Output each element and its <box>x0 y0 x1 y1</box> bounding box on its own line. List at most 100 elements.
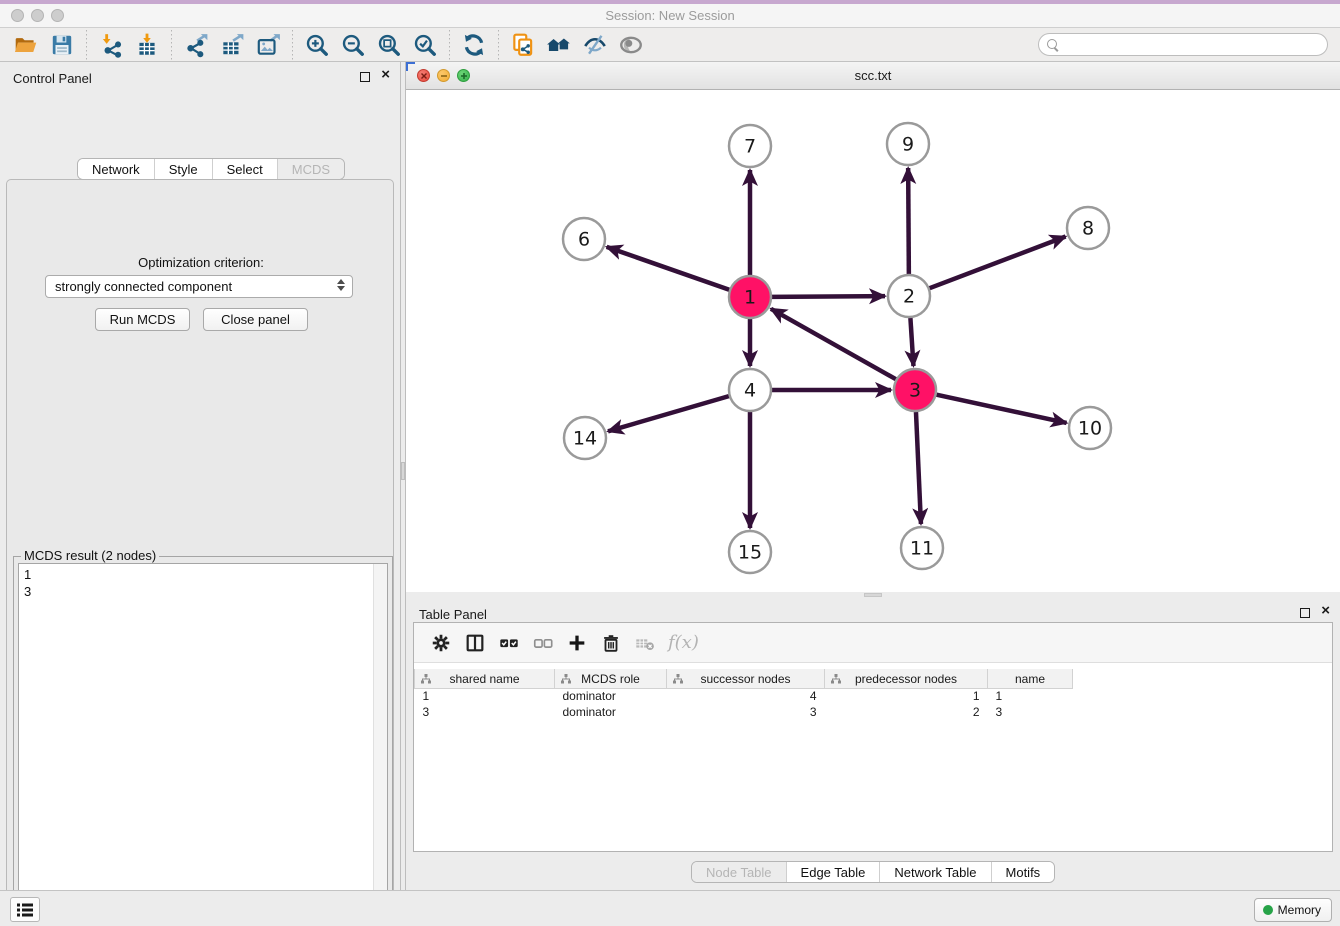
graph-edge-3-1[interactable] <box>771 309 896 379</box>
function-builder-button-disabled: f(x) <box>668 632 699 653</box>
graph-edge-1-2[interactable] <box>772 296 885 297</box>
cell[interactable]: 3 <box>667 704 825 720</box>
mcds-result-group: MCDS result (2 nodes) 1 3 <box>13 556 393 926</box>
memory-button[interactable]: Memory <box>1254 898 1332 922</box>
task-history-button[interactable] <box>10 897 40 922</box>
clone-network-button[interactable] <box>505 30 541 60</box>
table-row[interactable]: 3 dominator 3 2 3 <box>415 704 1073 720</box>
hide-graphics-button[interactable] <box>577 30 613 60</box>
network-close-icon[interactable] <box>417 69 430 82</box>
plus-icon <box>566 632 588 654</box>
network-maximize-icon[interactable] <box>457 69 470 82</box>
column-header-name[interactable]: name <box>988 669 1073 688</box>
birdseye-view-button[interactable] <box>613 30 649 60</box>
float-panel-icon[interactable] <box>360 72 370 82</box>
network-minimize-icon[interactable] <box>437 69 450 82</box>
graph-node-7[interactable]: 7 <box>729 125 771 167</box>
column-header-shared-name[interactable]: shared name <box>415 669 555 688</box>
export-image-button[interactable] <box>250 30 286 60</box>
graph-edge-2-8[interactable] <box>930 237 1066 289</box>
search-input[interactable] <box>1059 36 1327 54</box>
graph-node-10[interactable]: 10 <box>1069 407 1111 449</box>
tab-mcds[interactable]: MCDS <box>277 159 344 179</box>
tab-network[interactable]: Network <box>78 159 154 179</box>
optimization-criterion-label: Optimization criterion: <box>7 255 395 270</box>
maximize-traffic-light[interactable] <box>51 9 64 22</box>
criterion-select[interactable]: strongly connected component <box>45 275 353 298</box>
export-table-button[interactable] <box>214 30 250 60</box>
search-field[interactable] <box>1038 33 1328 56</box>
float-panel-icon[interactable] <box>1300 608 1310 618</box>
tab-node-table[interactable]: Node Table <box>692 862 786 882</box>
hierarchy-icon <box>560 673 572 685</box>
graph-node-1[interactable]: 1 <box>729 276 771 318</box>
tab-style[interactable]: Style <box>154 159 212 179</box>
tab-network-table[interactable]: Network Table <box>879 862 990 882</box>
cell[interactable]: 1 <box>988 688 1073 704</box>
deselect-all-columns-button[interactable] <box>526 626 560 660</box>
column-header-successor-nodes[interactable]: successor nodes <box>667 669 825 688</box>
zoom-in-button[interactable] <box>299 30 335 60</box>
graph-node-15[interactable]: 15 <box>729 531 771 573</box>
eye-slash-icon <box>582 32 608 58</box>
graph-node-14[interactable]: 14 <box>564 417 606 459</box>
import-network-button[interactable] <box>93 30 129 60</box>
graph-node-3[interactable]: 3 <box>894 369 936 411</box>
zoom-fit-button[interactable] <box>371 30 407 60</box>
graph-edge-1-6[interactable] <box>607 247 730 290</box>
cell[interactable]: dominator <box>555 688 667 704</box>
mcds-result-box[interactable]: 1 3 <box>18 563 388 926</box>
splitter-grip[interactable] <box>401 462 405 480</box>
graph-node-2[interactable]: 2 <box>888 275 930 317</box>
graph-node-4[interactable]: 4 <box>729 369 771 411</box>
open-session-button[interactable] <box>8 30 44 60</box>
cell[interactable]: 3 <box>988 704 1073 720</box>
tab-edge-table[interactable]: Edge Table <box>786 862 880 882</box>
cell[interactable]: 1 <box>825 688 988 704</box>
delete-column-button[interactable] <box>594 626 628 660</box>
toolbar-separator <box>86 30 87 60</box>
export-network-button[interactable] <box>178 30 214 60</box>
column-header-mcds-role[interactable]: MCDS role <box>555 669 667 688</box>
import-table-button[interactable] <box>129 30 165 60</box>
trash-icon <box>600 632 622 654</box>
close-panel-icon[interactable]: × <box>381 66 390 83</box>
network-window-titlebar[interactable]: scc.txt <box>406 62 1340 90</box>
memory-status-icon <box>1263 905 1273 915</box>
home-networks-button[interactable] <box>541 30 577 60</box>
zoom-out-button[interactable] <box>335 30 371 60</box>
close-panel-button[interactable]: Close panel <box>203 308 308 331</box>
graph-edge-4-14[interactable] <box>608 396 729 431</box>
graph-node-8[interactable]: 8 <box>1067 207 1109 249</box>
tab-select[interactable]: Select <box>212 159 277 179</box>
select-all-columns-button[interactable] <box>492 626 526 660</box>
cell[interactable]: 4 <box>667 688 825 704</box>
minimize-traffic-light[interactable] <box>31 9 44 22</box>
show-columns-button[interactable] <box>458 626 492 660</box>
cell[interactable]: dominator <box>555 704 667 720</box>
graph-edge-2-9[interactable] <box>908 168 909 274</box>
cell[interactable]: 1 <box>415 688 555 704</box>
network-canvas[interactable]: 7 9 6 8 1 2 4 3 14 10 15 11 <box>406 90 1340 592</box>
graph-node-9[interactable]: 9 <box>887 123 929 165</box>
graph-edge-3-11[interactable] <box>916 412 921 524</box>
column-header-predecessor-nodes[interactable]: predecessor nodes <box>825 669 988 688</box>
result-scrollbar[interactable] <box>373 564 387 926</box>
cell[interactable]: 2 <box>825 704 988 720</box>
graph-node-11[interactable]: 11 <box>901 527 943 569</box>
zoom-selected-button[interactable] <box>407 30 443 60</box>
close-traffic-light[interactable] <box>11 9 24 22</box>
splitter-grip[interactable] <box>864 593 882 597</box>
tab-motifs[interactable]: Motifs <box>991 862 1055 882</box>
graph-edge-2-3[interactable] <box>910 318 913 366</box>
refresh-layout-button[interactable] <box>456 30 492 60</box>
add-column-button[interactable] <box>560 626 594 660</box>
close-panel-icon[interactable]: × <box>1321 602 1330 619</box>
table-row[interactable]: 1 dominator 4 1 1 <box>415 688 1073 704</box>
graph-edge-3-10[interactable] <box>936 395 1066 423</box>
table-settings-button[interactable] <box>424 626 458 660</box>
save-session-button[interactable] <box>44 30 80 60</box>
run-mcds-button[interactable]: Run MCDS <box>95 308 190 331</box>
cell[interactable]: 3 <box>415 704 555 720</box>
graph-node-6[interactable]: 6 <box>563 218 605 260</box>
